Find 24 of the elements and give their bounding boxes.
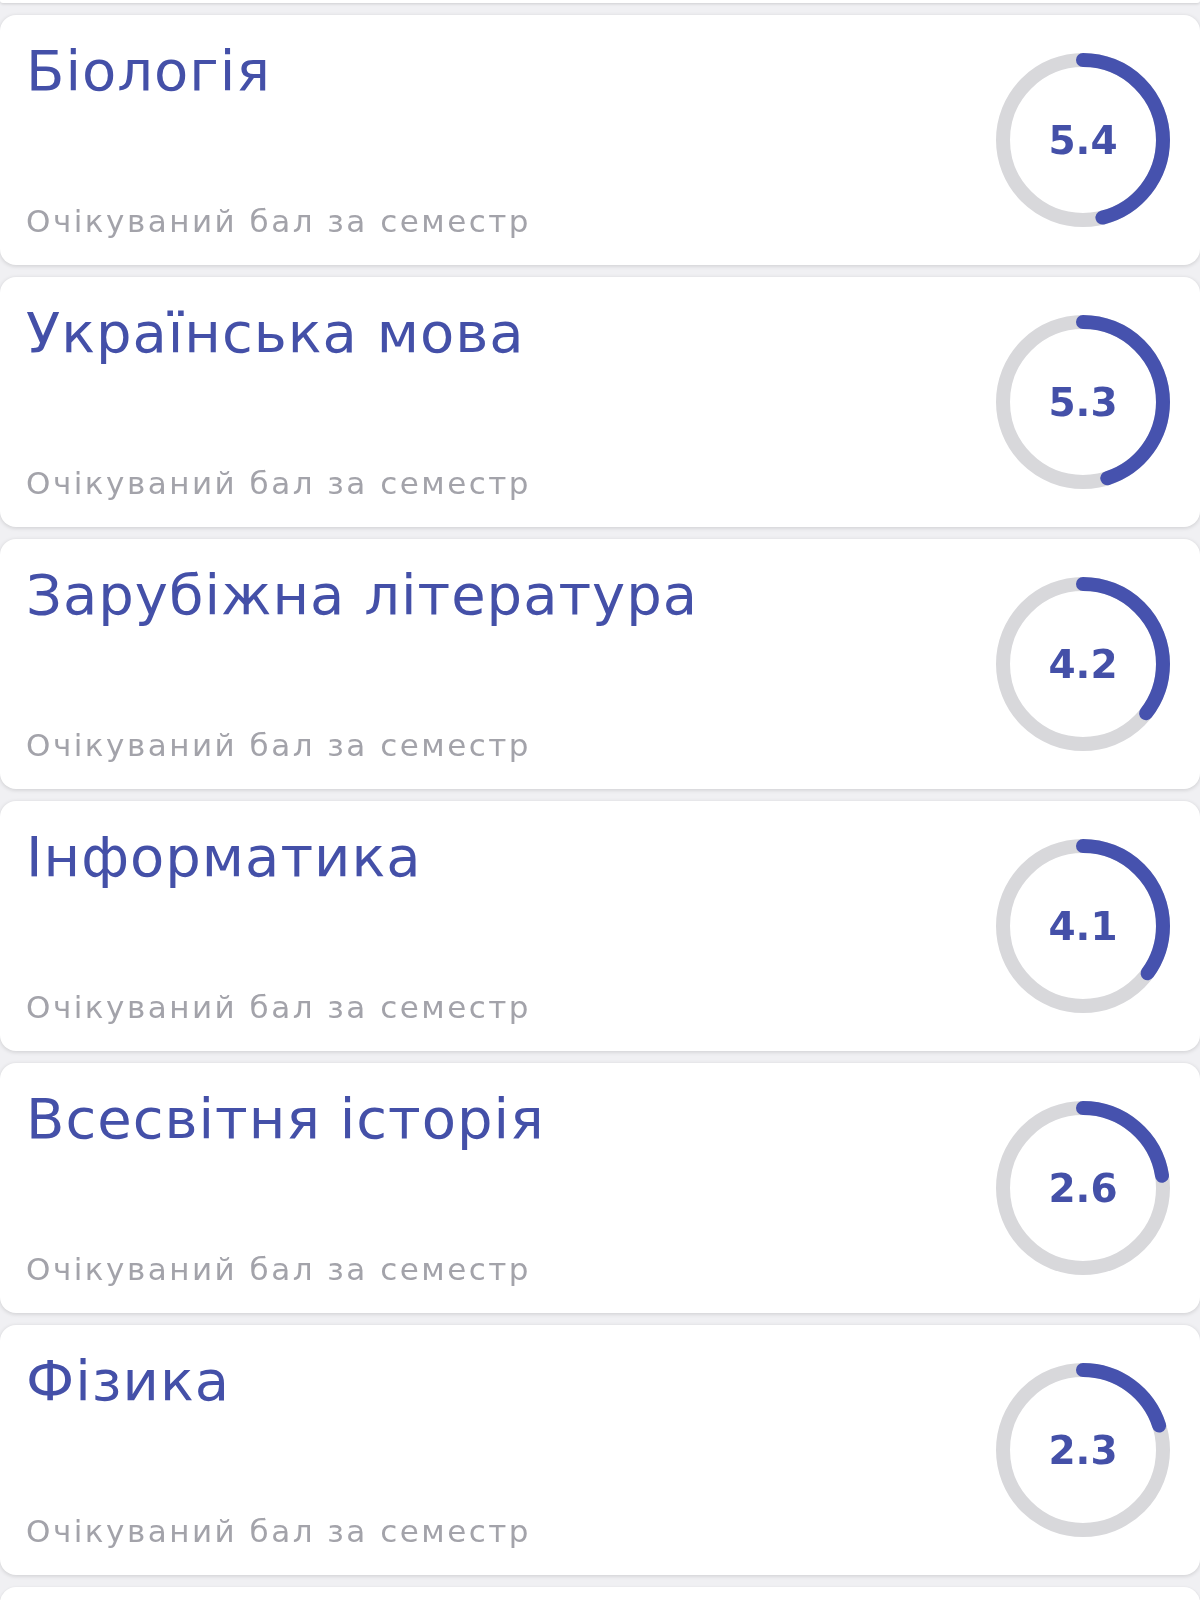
subject-caption: Очікуваний бал за семестр <box>26 1251 533 1287</box>
score-value: 5.3 <box>1048 379 1118 425</box>
score-value: 5.4 <box>1048 117 1118 163</box>
subject-card[interactable]: Українська мова Очікуваний бал за семестр 5.3 <box>0 277 1200 527</box>
subject-title: Українська мова <box>26 299 526 367</box>
subject-title: Інформатика <box>26 823 423 891</box>
subject-title: Зарубіжна література <box>26 561 700 629</box>
subject-card[interactable]: Фізика Очікуваний бал за семестр 2.3 <box>0 1325 1200 1575</box>
score-value: 4.1 <box>1048 903 1118 949</box>
subject-caption: Очікуваний бал за семестр <box>26 1513 533 1549</box>
score-value: 4.2 <box>1048 641 1118 687</box>
subject-caption: Очікуваний бал за семестр <box>26 465 533 501</box>
subject-card[interactable]: Всесвітня історія Очікуваний бал за семестр 2.6 <box>0 1063 1200 1313</box>
score-value: 2.3 <box>1048 1427 1118 1473</box>
subject-card[interactable]: Біологія Очікуваний бал за семестр 5.4 <box>0 15 1200 265</box>
subject-title: Всесвітня історія <box>26 1085 546 1153</box>
subject-caption: Очікуваний бал за семестр <box>26 989 533 1025</box>
subject-card[interactable]: Інформатика Очікуваний бал за семестр 4.1 <box>0 801 1200 1051</box>
subject-card[interactable]: Зарубіжна література Очікуваний бал за семестр 4.2 <box>0 539 1200 789</box>
score-value: 2.6 <box>1048 1165 1118 1211</box>
subject-caption: Очікуваний бал за семестр <box>26 727 533 763</box>
subject-title: Біологія <box>26 37 272 105</box>
subject-caption: Очікуваний бал за семестр <box>26 203 533 239</box>
subject-title: Фізика <box>26 1347 232 1415</box>
